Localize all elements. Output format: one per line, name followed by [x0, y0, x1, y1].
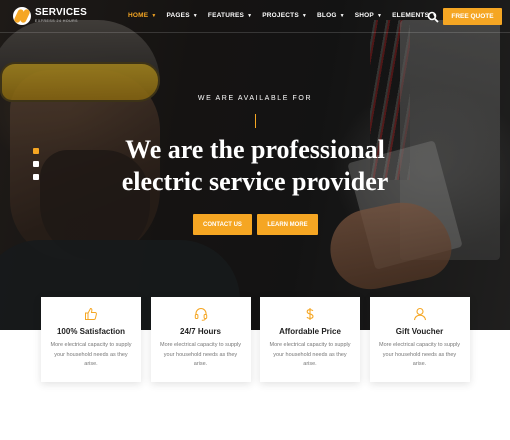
chevron-down-icon: ▼: [301, 12, 308, 19]
hero-headline-line-2: electric service provider: [121, 167, 389, 196]
search-icon[interactable]: [427, 10, 439, 23]
contact-us-button[interactable]: CONTACT US: [193, 214, 252, 235]
chevron-down-icon: ▼: [376, 12, 383, 19]
feature-card-title: Gift Voucher: [395, 327, 444, 336]
slider-dot-3[interactable]: [33, 174, 39, 180]
thumbs-up-icon: [84, 307, 98, 321]
dollar-icon: [303, 307, 317, 321]
nav-item-features[interactable]: FEATURES ▼: [208, 12, 252, 19]
logo-text: SERVICES EXPRESS 24 HOURS: [35, 8, 87, 24]
nav-item-shop[interactable]: SHOP ▼: [355, 12, 382, 19]
nav-item-label: BLOG: [317, 12, 337, 19]
feature-cards: 100% Satisfaction More electrical capaci…: [41, 297, 479, 382]
hero-headline: We are the professional electric service…: [0, 134, 510, 198]
feature-card: Affordable Price More electrical capacit…: [260, 297, 360, 382]
learn-more-button[interactable]: LEARN MORE: [257, 214, 318, 235]
feature-card: 100% Satisfaction More electrical capaci…: [41, 297, 141, 382]
logo-subtitle: EXPRESS 24 HOURS: [35, 19, 79, 23]
nav-item-pages[interactable]: PAGES ▼: [166, 12, 197, 19]
hero-eyebrow: WE ARE AVAILABLE FOR: [197, 95, 313, 102]
nav-item-home[interactable]: HOME ▼: [128, 12, 156, 19]
nav-item-label: PROJECTS: [262, 12, 299, 19]
slider-dot-1[interactable]: [33, 148, 39, 154]
nav-item-label: ELEMENTS: [392, 12, 430, 19]
hero-section: WE ARE AVAILABLE FOR We are the professi…: [0, 0, 510, 330]
chevron-down-icon: ▼: [339, 12, 345, 19]
feature-card-text: More electrical capacity to supply your …: [378, 342, 460, 367]
free-quote-button[interactable]: FREE QUOTE: [443, 8, 502, 25]
feature-card-text: More electrical capacity to supply your …: [269, 342, 351, 367]
site-header: SERVICES EXPRESS 24 HOURS HOME ▼ PAGES ▼ F…: [0, 0, 510, 33]
logo-title: SERVICES: [35, 7, 87, 18]
user-icon: [413, 307, 427, 321]
nav-item-label: FEATURES: [207, 12, 245, 19]
feature-card: Gift Voucher More electrical capacity to…: [369, 297, 470, 382]
nav-item-label: SHOP: [354, 12, 374, 19]
main-nav: HOME ▼ PAGES ▼ FEATURES ▼ PROJECTS ▼ BLOG ▼ S…: [128, 12, 447, 19]
search-icon-graphic: [427, 11, 439, 23]
nav-item-label: HOME: [128, 12, 149, 19]
slider-dot-2[interactable]: [33, 161, 39, 167]
feature-card-title: Affordable Price: [279, 327, 341, 336]
logo-mark-icon: [13, 7, 31, 25]
logo[interactable]: SERVICES EXPRESS 24 HOURS: [13, 7, 87, 25]
headset-icon: [194, 307, 208, 321]
feature-card-title: 24/7 Hours: [180, 327, 221, 336]
nav-item-blog[interactable]: BLOG ▼: [317, 12, 345, 19]
chevron-down-icon: ▼: [247, 12, 253, 19]
slider-dots: [33, 148, 39, 187]
hero-headline-line-1: We are the professional: [125, 135, 385, 164]
chevron-down-icon: ▼: [151, 12, 157, 19]
chevron-down-icon: ▼: [192, 12, 198, 19]
hero-divider: [255, 114, 256, 128]
nav-item-projects[interactable]: PROJECTS ▼: [262, 12, 307, 19]
feature-card-text: More electrical capacity to supply your …: [159, 342, 241, 367]
feature-card-title: 100% Satisfaction: [56, 327, 126, 336]
feature-card-text: More electrical capacity to supply your …: [50, 342, 132, 367]
feature-card: 24/7 Hours More electrical capacity to s…: [150, 297, 251, 382]
nav-item-label: PAGES: [166, 12, 190, 19]
